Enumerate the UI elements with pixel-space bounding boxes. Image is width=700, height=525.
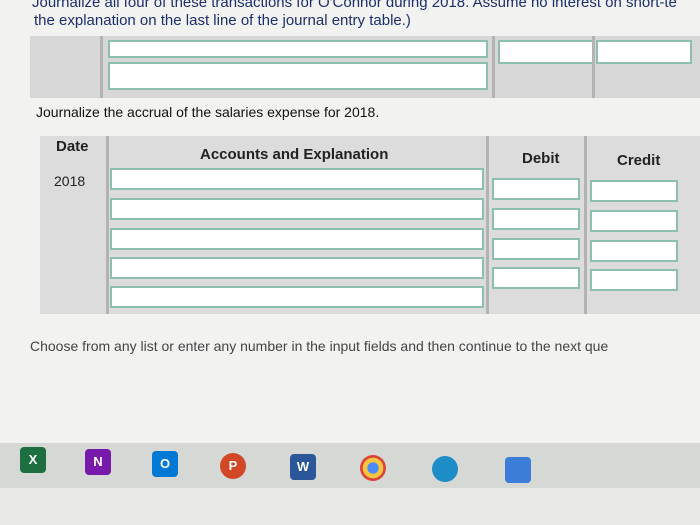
account-input[interactable] <box>108 40 488 58</box>
credit-input[interactable] <box>590 269 678 291</box>
powerpoint-icon[interactable]: P <box>220 453 246 479</box>
question-intro-line-0: Journalize all four of these transaction… <box>32 0 677 11</box>
chrome-icon[interactable] <box>360 455 386 481</box>
journal-entry-table: Date Accounts and Explanation Debit Cred… <box>40 136 700 314</box>
account-input[interactable] <box>110 198 484 220</box>
column-divider <box>592 36 595 98</box>
account-input[interactable] <box>108 62 488 90</box>
credit-input[interactable] <box>590 210 678 232</box>
onenote-icon[interactable]: N <box>85 449 111 475</box>
question-intro: Journalize all four of these transaction… <box>22 0 700 40</box>
question-panel: Journalize all four of these transaction… <box>0 0 700 455</box>
debit-input[interactable] <box>492 267 580 289</box>
outlook-icon[interactable]: O <box>152 451 178 477</box>
credit-input[interactable] <box>590 240 678 262</box>
debit-input[interactable] <box>492 178 580 200</box>
column-divider <box>100 36 103 98</box>
previous-journal-table <box>30 36 700 98</box>
column-divider <box>584 136 587 314</box>
account-input[interactable] <box>110 228 484 250</box>
column-divider <box>106 136 109 314</box>
edge-icon[interactable] <box>432 456 458 482</box>
photos-icon[interactable] <box>505 457 531 483</box>
credit-input[interactable] <box>596 40 692 64</box>
taskbar: X N O P W <box>0 443 700 488</box>
column-divider <box>492 36 495 98</box>
account-input[interactable] <box>110 286 484 308</box>
word-icon[interactable]: W <box>290 454 316 480</box>
credit-input[interactable] <box>590 180 678 202</box>
journal-prompt: Journalize the accrual of the salaries e… <box>36 104 380 120</box>
account-input[interactable] <box>110 257 484 279</box>
date-header: Date <box>56 138 89 155</box>
column-divider <box>486 136 489 314</box>
excel-icon[interactable]: X <box>20 447 46 473</box>
footer-instruction: Choose from any list or enter any number… <box>30 338 609 354</box>
accounts-header: Accounts and Explanation <box>200 146 389 163</box>
question-intro-line-1: the explanation on the last line of the … <box>34 12 411 29</box>
account-input[interactable] <box>110 168 484 190</box>
date-cell: 2018 <box>54 173 86 189</box>
debit-input[interactable] <box>492 238 580 260</box>
credit-header: Credit <box>617 152 661 169</box>
debit-header: Debit <box>522 150 560 167</box>
debit-input[interactable] <box>492 208 580 230</box>
debit-input[interactable] <box>498 40 594 64</box>
